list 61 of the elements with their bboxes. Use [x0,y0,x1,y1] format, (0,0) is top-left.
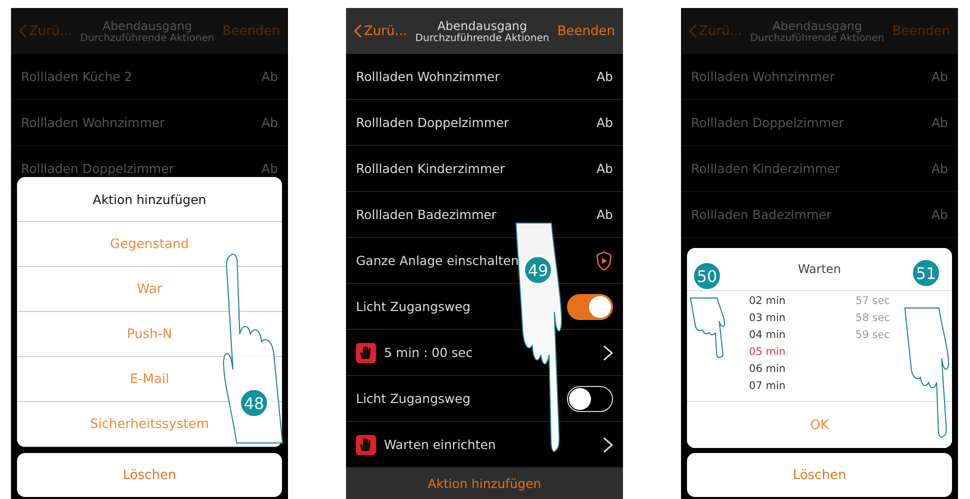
finish-button[interactable]: Beenden [557,24,615,38]
row-label: Rollladen Doppelzimmer [691,115,845,130]
hand-drawing [689,298,725,358]
row-label: Rollladen Doppelzimmer [21,161,175,176]
toggle-switch[interactable] [567,294,613,320]
picker-option[interactable]: 57 sec [856,293,890,310]
row-label: Rollladen Wohnzimmer [691,69,836,84]
finish-button[interactable]: Beenden [222,24,280,38]
screen-title: Abendausgang [437,18,528,32]
picker-option[interactable]: 05 min [749,344,786,361]
picker-option[interactable]: 07 min [749,378,786,395]
row-label: Rollladen Wohnzimmer [356,69,501,84]
back-button[interactable]: Zurü... [354,24,408,38]
row-value: Ab [596,207,613,222]
chevron-left-icon [354,24,362,38]
row-label: Rollladen Badezimmer [356,207,498,222]
screen-subtitle: Durchzuführende Aktionen [80,32,214,44]
chevron-left-icon [689,24,697,38]
row-value: Ab [932,115,948,130]
picker-option[interactable]: 58 sec [856,310,890,327]
row-label: Warten einrichten [384,437,497,452]
row-value: Ab [262,161,278,176]
back-button[interactable]: Zurü... [689,24,742,38]
row-value: Ab [596,161,613,176]
row-label: Rollladen Kinderzimmer [356,161,506,176]
row-label: Rollladen Doppelzimmer [356,115,510,130]
hand-icon [356,434,376,454]
row-value: Ab [596,69,613,84]
chevron-left-icon [19,24,27,38]
picker-option[interactable]: 06 min [749,361,786,378]
chevron-right-icon [603,344,613,360]
row-label: Licht Zugangsweg [356,391,472,406]
picker-option[interactable]: 59 sec [856,327,890,344]
row-label: Rollladen Badezimmer [691,207,832,222]
cancel-button[interactable]: Löschen [17,453,282,497]
row-value: Ab [262,115,278,130]
row-label: 5 min : 00 sec [384,345,474,360]
row-label: Licht Zugangsweg [356,299,472,314]
row-value: Ab [932,69,948,84]
row-label: Ganze Anlage einschalten [356,253,520,268]
row-label: Rollladen Küche 2 [21,69,134,84]
cancel-button[interactable]: Löschen [687,453,952,497]
row-value: Ab [932,207,948,222]
shield-play-icon [595,250,613,270]
picker-option[interactable]: 04 min [749,327,786,344]
screen-subtitle: Durchzuführende Aktionen [415,32,550,44]
back-button[interactable]: Zurü... [19,24,72,38]
screen-title: Abendausgang [102,18,192,32]
add-action-button[interactable]: Aktion hinzufügen [346,468,623,499]
picker-option[interactable]: 03 min [749,310,786,327]
row-value: Ab [932,161,948,176]
screen-subtitle: Durchzuführende Aktionen [750,32,884,44]
row-label: Rollladen Wohnzimmer [21,115,166,130]
hand-icon [356,342,376,362]
row-value: Ab [262,69,278,84]
chevron-right-icon [603,436,613,452]
screen-title: Abendausgang [772,18,862,32]
finish-button[interactable]: Beenden [892,24,950,38]
row-label: Rollladen Kinderzimmer [691,161,841,176]
picker-option[interactable]: 02 min [749,293,786,310]
row-value: Ab [596,115,613,130]
